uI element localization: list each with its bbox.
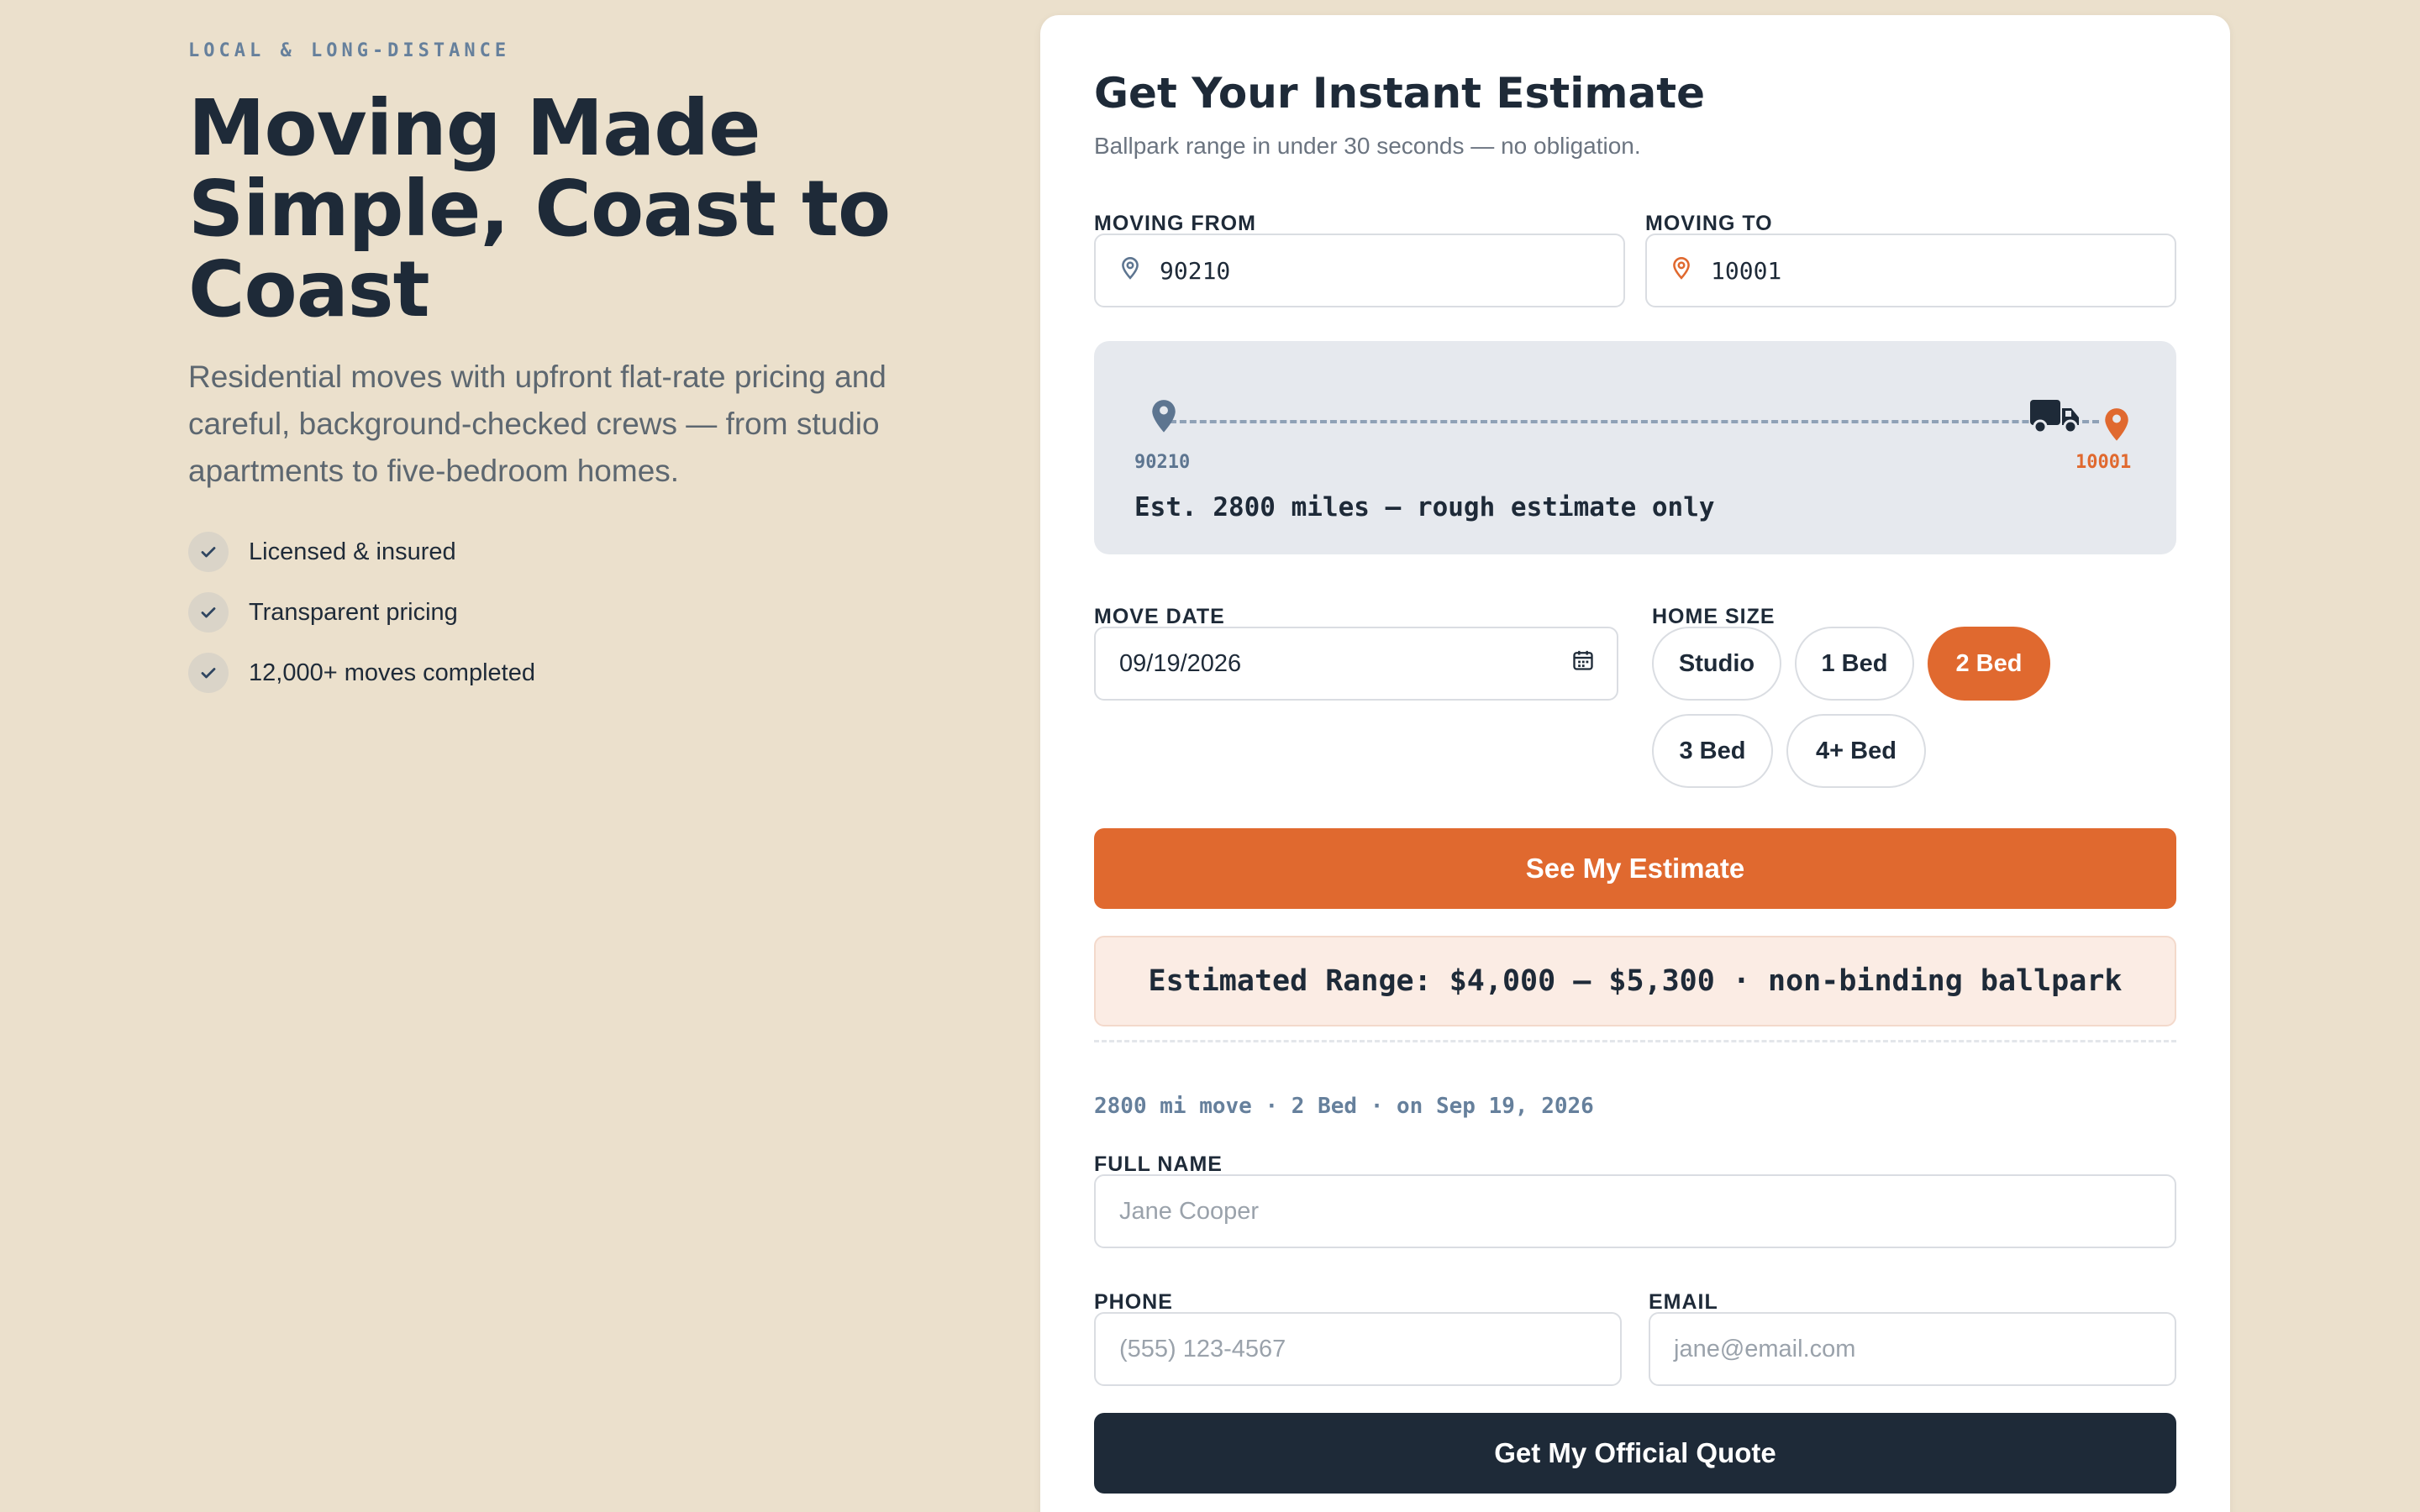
phone-placeholder: (555) 123-4567 — [1119, 1335, 1286, 1362]
route-distance-estimate: Est. 2800 miles — rough estimate only — [1134, 492, 1715, 522]
divider — [1094, 1040, 2176, 1042]
moving-to-input[interactable]: 10001 — [1645, 234, 2176, 307]
map-pin-icon — [1119, 255, 1141, 286]
moving-from-label: MOVING FROM — [1094, 212, 1256, 235]
truck-icon — [2028, 396, 2081, 439]
full-name-input[interactable]: Jane Cooper — [1094, 1174, 2176, 1248]
map-pin-icon — [1670, 255, 1692, 286]
route-panel: 90210 10001 Est. 2800 miles — rough esti… — [1094, 341, 2176, 554]
benefit-text: 12,000+ moves completed — [249, 659, 535, 686]
hero-eyebrow: LOCAL & LONG-DISTANCE — [188, 40, 511, 61]
moving-to-label: MOVING TO — [1645, 212, 1773, 235]
full-name-label: FULL NAME — [1094, 1152, 1223, 1176]
card-subtitle: Ballpark range in under 30 seconds — no … — [1094, 133, 1641, 159]
email-placeholder: jane@email.com — [1674, 1335, 1856, 1362]
check-icon — [188, 592, 229, 633]
email-input[interactable]: jane@email.com — [1649, 1312, 2176, 1386]
hero-title: Moving Made Simple, Coast to Coast — [188, 83, 891, 334]
hero-section: LOCAL & LONG-DISTANCE Moving Made Simple… — [188, 40, 961, 713]
move-date-label: MOVE DATE — [1094, 605, 1225, 628]
page: LOCAL & LONG-DISTANCE Moving Made Simple… — [0, 0, 2420, 1512]
move-date-input[interactable]: 09/19/2026 — [1094, 627, 1618, 701]
move-date-value: 09/19/2026 — [1119, 649, 1242, 677]
home-size-4-plus-bed[interactable]: 4+ Bed — [1786, 714, 1926, 788]
origin-pin-icon — [1150, 396, 1178, 438]
official-quote-button[interactable]: Get My Official Quote — [1094, 1413, 2176, 1494]
home-size-2-bed[interactable]: 2 Bed — [1928, 627, 2050, 701]
check-icon — [188, 653, 229, 693]
home-size-label: HOME SIZE — [1652, 605, 1776, 628]
check-icon — [188, 532, 229, 572]
benefit-text: Licensed & insured — [249, 538, 456, 565]
benefit-item: Transparent pricing — [188, 592, 961, 633]
benefit-item: 12,000+ moves completed — [188, 653, 961, 693]
moving-to-value: 10001 — [1711, 256, 1782, 285]
destination-pin-icon — [2102, 405, 2131, 446]
hero-subtitle: Residential moves with upfront flat-rate… — [188, 360, 886, 488]
route-origin-label: 90210 — [1134, 452, 1191, 473]
calendar-icon[interactable] — [1571, 648, 1595, 679]
home-size-3-bed[interactable]: 3 Bed — [1652, 714, 1773, 788]
estimate-card: Get Your Instant Estimate Ballpark range… — [1040, 15, 2230, 1512]
full-name-placeholder: Jane Cooper — [1119, 1197, 1260, 1225]
email-label: EMAIL — [1649, 1290, 1718, 1314]
benefit-text: Transparent pricing — [249, 598, 458, 626]
see-estimate-button[interactable]: See My Estimate — [1094, 828, 2176, 909]
home-size-studio[interactable]: Studio — [1652, 627, 1781, 701]
benefits-list: Licensed & insured Transparent pricing 1… — [188, 532, 961, 693]
route-line — [1170, 420, 2099, 423]
move-summary: 2800 mi move · 2 Bed · on Sep 19, 2026 — [1094, 1094, 1594, 1119]
phone-input[interactable]: (555) 123-4567 — [1094, 1312, 1622, 1386]
home-size-1-bed[interactable]: 1 Bed — [1795, 627, 1914, 701]
estimated-range-banner: Estimated Range: $4,000 – $5,300 · non-b… — [1094, 936, 2176, 1026]
moving-from-input[interactable]: 90210 — [1094, 234, 1625, 307]
route-destination-label: 10001 — [2075, 452, 2132, 473]
moving-from-value: 90210 — [1160, 256, 1231, 285]
phone-label: PHONE — [1094, 1290, 1173, 1314]
benefit-item: Licensed & insured — [188, 532, 961, 572]
card-title: Get Your Instant Estimate — [1094, 69, 1706, 118]
